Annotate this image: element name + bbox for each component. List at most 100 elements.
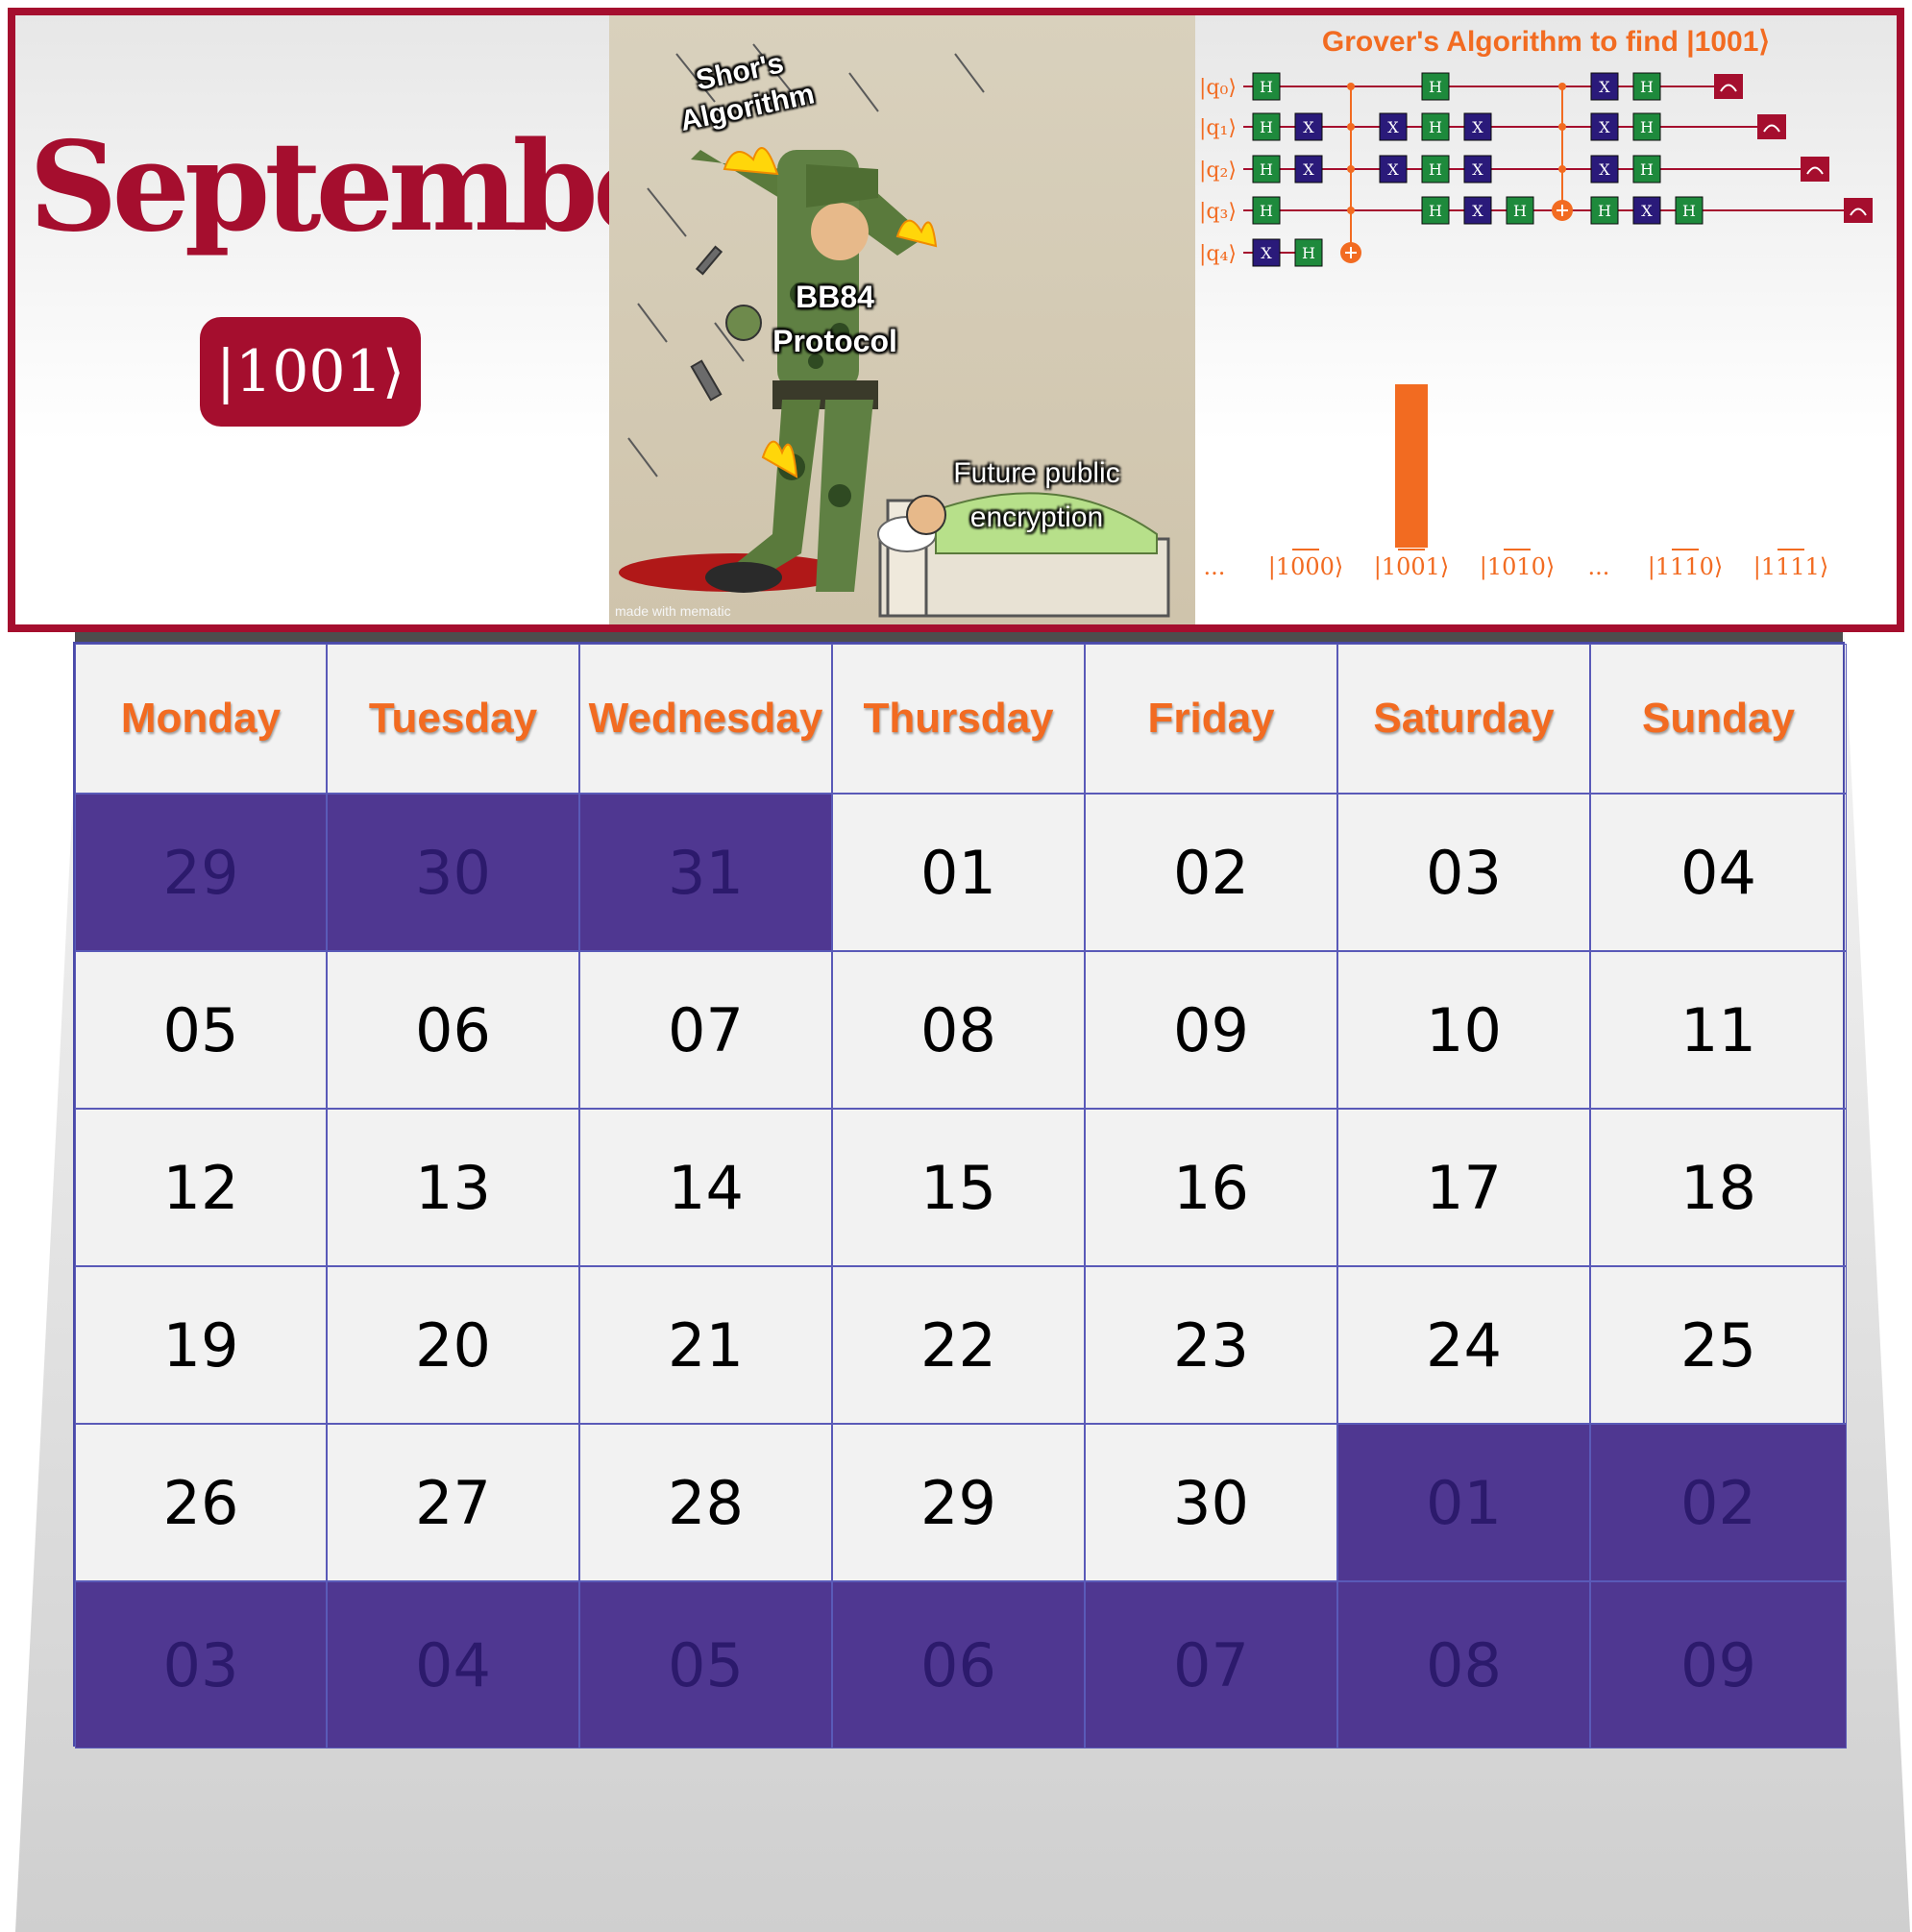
calendar-day[interactable]: 15 [832,1109,1085,1266]
histogram-label: |1111⟩ [1753,553,1829,581]
control-dot [1347,165,1355,173]
calendar-day[interactable]: 05 [75,951,327,1109]
gate-symbol: H [1429,160,1442,179]
calendar-day[interactable]: 10 [1337,951,1590,1109]
histogram-label: |1110⟩ [1648,553,1724,581]
calendar-day[interactable]: 26 [75,1424,327,1581]
control-dot [1558,83,1566,90]
calendar-day-out-of-month[interactable]: 29 [75,794,327,951]
measure-gate [1757,114,1786,139]
measure-gate [1714,74,1743,99]
calendar-day[interactable]: 01 [832,794,1085,951]
measure-gate [1801,157,1829,182]
calendar-day[interactable]: 13 [327,1109,579,1266]
gate-symbol: H [1640,118,1654,136]
meme-label-bb84: BB84 Protocol [772,280,897,358]
gate-symbol: X [1387,160,1399,179]
calendar-day-out-of-month[interactable]: 05 [579,1581,832,1749]
calendar-day[interactable]: 22 [832,1266,1085,1424]
day-header-thursday: Thursday [832,644,1085,794]
calendar-day-out-of-month[interactable]: 06 [832,1581,1085,1749]
calendar-day[interactable]: 24 [1337,1266,1590,1424]
calendar-day[interactable]: 11 [1590,951,1847,1109]
calendar-day[interactable]: 28 [579,1424,832,1581]
calendar-day-out-of-month[interactable]: 30 [327,794,579,951]
gate-symbol: H [1513,202,1527,220]
qubit-label: |q₀⟩ [1199,76,1237,100]
gate-symbol: X [1599,160,1610,179]
calendar-day[interactable]: 14 [579,1109,832,1266]
calendar-day[interactable]: 23 [1085,1266,1337,1424]
gate-symbol: H [1260,118,1273,136]
calendar-day[interactable]: 21 [579,1266,832,1424]
control-dot [1347,123,1355,131]
gate-symbol: X [1472,160,1483,179]
gate-symbol: X [1599,78,1610,96]
histogram-label: |1001⟩ [1374,553,1450,581]
gate-symbol: H [1640,160,1654,179]
calendar-day-out-of-month[interactable]: 31 [579,794,832,951]
day-header-sunday: Sunday [1590,644,1847,794]
calendar-day-out-of-month[interactable]: 03 [75,1581,327,1749]
control-dot [1558,123,1566,131]
calendar-day-out-of-month[interactable]: 02 [1590,1424,1847,1581]
calendar-day[interactable]: 03 [1337,794,1590,951]
gate-symbol: X [1472,202,1483,220]
calendar-day[interactable]: 25 [1590,1266,1847,1424]
calendar-day-out-of-month[interactable]: 09 [1590,1581,1847,1749]
calendar-day[interactable]: 20 [327,1266,579,1424]
gate-symbol: X [1261,244,1272,262]
calendar-day-out-of-month[interactable]: 01 [1337,1424,1590,1581]
gate-symbol: X [1303,118,1314,136]
calendar-day[interactable]: 12 [75,1109,327,1266]
histogram-label: |1000⟩ [1268,553,1344,581]
calendar-day[interactable]: 06 [327,951,579,1109]
gate-symbol: H [1640,78,1654,96]
gate-symbol: H [1260,202,1273,220]
control-dot [1347,83,1355,90]
meme-image: Shor's Algorithm BB84 Protocol Future pu… [609,15,1195,624]
calendar-day[interactable]: 27 [327,1424,579,1581]
gate-symbol: X [1641,202,1653,220]
histogram-bar-1001 [1395,384,1428,548]
control-dot [1558,165,1566,173]
calendar-day[interactable]: 30 [1085,1424,1337,1581]
gate-symbol: H [1682,202,1696,220]
gate-symbol: H [1302,244,1315,262]
histogram-label: |1010⟩ [1480,553,1556,581]
calendar-day[interactable]: 29 [832,1424,1085,1581]
calendar-day[interactable]: 04 [1590,794,1847,951]
calendar-day-out-of-month[interactable]: 08 [1337,1581,1590,1749]
measure-gate [1844,198,1873,223]
calendar-day[interactable]: 08 [832,951,1085,1109]
grover-circuit: |q₀⟩ |q₁⟩ |q₂⟩ |q₃⟩ |q₄⟩ H H H H X X X H X X H H H H X X X H H… [1199,72,1873,581]
gate-symbol: X [1472,118,1483,136]
day-header-tuesday: Tuesday [327,644,579,794]
calendar-day[interactable]: 02 [1085,794,1337,951]
ket-badge: |1001⟩ [200,317,421,427]
qubit-label: |q₄⟩ [1199,242,1237,266]
histogram-label: ... [1204,553,1226,580]
gate-symbol: H [1429,78,1442,96]
calendar-day-out-of-month[interactable]: 07 [1085,1581,1337,1749]
control-dot [1347,207,1355,214]
circuit-panel: Grover's Algorithm to find |1001⟩ |q₀⟩ |q… [1195,15,1897,624]
gate-symbol: H [1429,202,1442,220]
calendar-day[interactable]: 18 [1590,1109,1847,1266]
calendar-day[interactable]: 16 [1085,1109,1337,1266]
calendar-day[interactable]: 17 [1337,1109,1590,1266]
day-header-saturday: Saturday [1337,644,1590,794]
day-header-monday: Monday [75,644,327,794]
gate-symbol: X [1303,160,1314,179]
calendar-day[interactable]: 07 [579,951,832,1109]
calendar-day[interactable]: 09 [1085,951,1337,1109]
calendar-day-out-of-month[interactable]: 04 [327,1581,579,1749]
month-title: September [29,115,730,259]
circuit-title: Grover's Algorithm to find |1001⟩ [1321,26,1771,58]
day-header-wednesday: Wednesday [579,644,832,794]
calendar-day[interactable]: 19 [75,1266,327,1424]
qubit-label: |q₃⟩ [1199,200,1237,224]
gate-symbol: X [1387,118,1399,136]
day-header-friday: Friday [1085,644,1337,794]
qubit-label: |q₂⟩ [1199,159,1237,183]
